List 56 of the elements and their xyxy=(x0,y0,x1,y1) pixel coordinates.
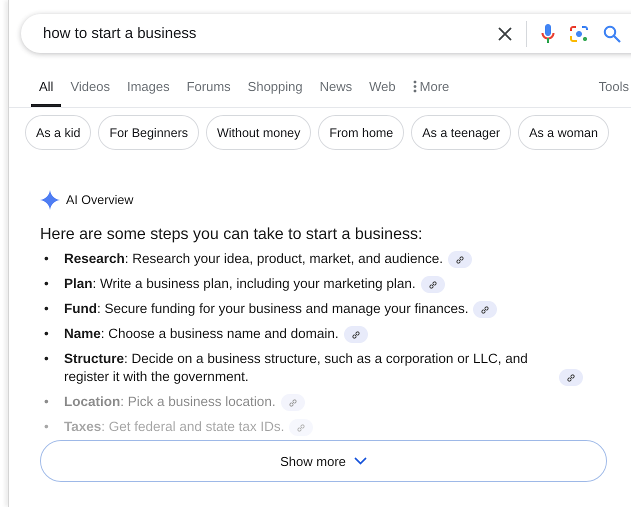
sparkle-icon xyxy=(40,190,60,210)
step-text: Taxes: Get federal and state tax IDs. xyxy=(64,418,284,436)
search-icon xyxy=(603,24,621,42)
bullet: • xyxy=(44,325,50,343)
search-tab[interactable]: All xyxy=(31,79,62,107)
show-more-button[interactable]: Show more xyxy=(40,440,607,482)
image-search-button[interactable] xyxy=(569,24,589,42)
bullet: • xyxy=(44,418,50,436)
refinement-chip[interactable]: As a woman xyxy=(518,115,609,150)
source-link-button[interactable] xyxy=(344,326,368,343)
link-icon xyxy=(480,304,490,314)
step-text: Plan: Write a business plan, including your marketing plan. xyxy=(64,275,416,293)
voice-search-button[interactable] xyxy=(541,24,555,44)
source-link-button[interactable] xyxy=(448,251,472,268)
microphone-icon xyxy=(541,24,555,44)
step-text: Name: Choose a business name and domain. xyxy=(64,325,339,343)
more-tab[interactable]: More xyxy=(404,79,458,107)
clear-button[interactable] xyxy=(498,26,512,40)
more-vertical-icon xyxy=(412,80,417,93)
source-link-button[interactable] xyxy=(420,276,445,293)
source-link-button[interactable] xyxy=(559,369,583,386)
refinement-chip[interactable]: As a teenager xyxy=(411,115,512,150)
overview-heading: Here are some steps you can take to start a business: xyxy=(40,226,424,244)
search-tab[interactable]: Images xyxy=(118,79,178,107)
bullet: • xyxy=(44,350,50,368)
search-tab[interactable]: Shopping xyxy=(240,79,311,107)
search-tab[interactable]: Forums xyxy=(178,79,239,107)
bullet: • xyxy=(44,393,50,411)
link-icon xyxy=(566,372,576,382)
step-text: Fund: Secure funding for your business and manage your finances. xyxy=(64,300,468,318)
step-text: Structure: Decide on a business structure, such as a corporation or LLC, and register it with the government. xyxy=(64,350,529,386)
search-tab[interactable]: Web xyxy=(361,79,404,107)
step-text: Research: Research your idea, product, market, and audience. xyxy=(64,250,443,268)
refinement-chip[interactable]: Without money xyxy=(206,115,312,150)
bullet: • xyxy=(44,275,50,293)
refinement-chip[interactable]: As a kid xyxy=(25,115,92,150)
search-button[interactable] xyxy=(603,24,621,42)
search-tab[interactable]: Videos xyxy=(62,79,118,107)
bullet: • xyxy=(44,250,50,268)
link-icon xyxy=(288,398,298,408)
search-field[interactable]: how to start a business xyxy=(41,24,484,43)
step-text: Location: Pick a business location. xyxy=(64,393,276,411)
link-icon xyxy=(454,254,465,264)
bullet: • xyxy=(44,300,50,318)
close-icon xyxy=(498,26,512,40)
refinement-chip[interactable]: From home xyxy=(318,115,404,150)
ai-overview-title: AI Overview xyxy=(66,193,134,207)
chevron-down-icon xyxy=(354,457,367,465)
camera-icon xyxy=(569,24,589,42)
refinement-chip[interactable]: For Beginners xyxy=(98,115,199,150)
link-icon xyxy=(296,422,306,432)
link-icon xyxy=(428,280,438,290)
search-tab[interactable]: News xyxy=(312,79,360,107)
link-icon xyxy=(350,330,361,340)
source-link-button[interactable] xyxy=(473,301,498,318)
tools-tab[interactable]: Tools xyxy=(590,79,629,107)
